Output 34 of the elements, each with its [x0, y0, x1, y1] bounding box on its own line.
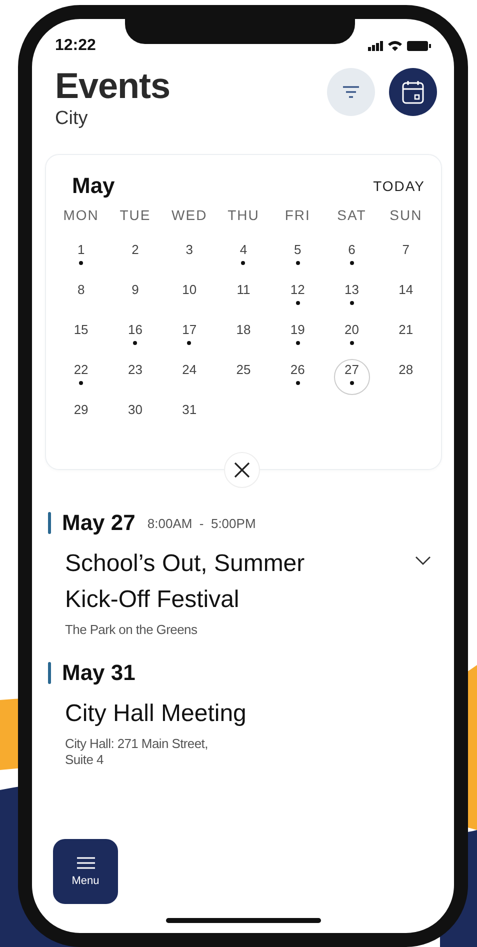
battery-icon: [407, 41, 431, 51]
status-time: 12:22: [55, 37, 96, 55]
event-date: May 27: [62, 510, 136, 536]
page-subtitle: City: [55, 108, 89, 130]
weekday-label: SAT: [337, 207, 366, 223]
weekday-label: SUN: [390, 207, 422, 223]
event-time: 8:00AM - 5:00PM: [147, 516, 256, 530]
filter-icon: [343, 86, 359, 98]
event-title[interactable]: School’s Out, Summer Kick-Off Festival: [65, 546, 345, 618]
date-marker: [48, 662, 51, 684]
weekday-label: WED: [172, 207, 208, 223]
month-title: May: [72, 173, 115, 199]
calendar-day[interactable]: 27: [334, 359, 370, 395]
weekday-label: MON: [63, 207, 99, 223]
weekday-label: TUE: [120, 207, 151, 223]
calendar-button[interactable]: [389, 68, 437, 116]
filter-button[interactable]: [327, 68, 375, 116]
close-icon: [234, 462, 250, 478]
event-location: The Park on the Greens: [65, 622, 198, 638]
date-marker: [48, 512, 51, 534]
page-title: Events: [55, 65, 170, 107]
signal-icon: [368, 41, 383, 51]
weekday-label: FRI: [284, 207, 310, 223]
menu-button[interactable]: Menu: [53, 839, 118, 904]
chevron-down-icon[interactable]: [415, 556, 431, 565]
menu-icon: [76, 856, 94, 868]
event-location: City Hall: 271 Main Street, Suite 4: [65, 736, 209, 768]
wifi-icon: [388, 41, 402, 51]
weekday-label: THU: [228, 207, 260, 223]
calendar-icon: [402, 80, 424, 104]
event-title[interactable]: City Hall Meeting: [65, 696, 345, 732]
event-date: May 31: [62, 660, 136, 686]
close-button[interactable]: [224, 452, 260, 488]
today-button[interactable]: TODAY: [373, 178, 425, 194]
